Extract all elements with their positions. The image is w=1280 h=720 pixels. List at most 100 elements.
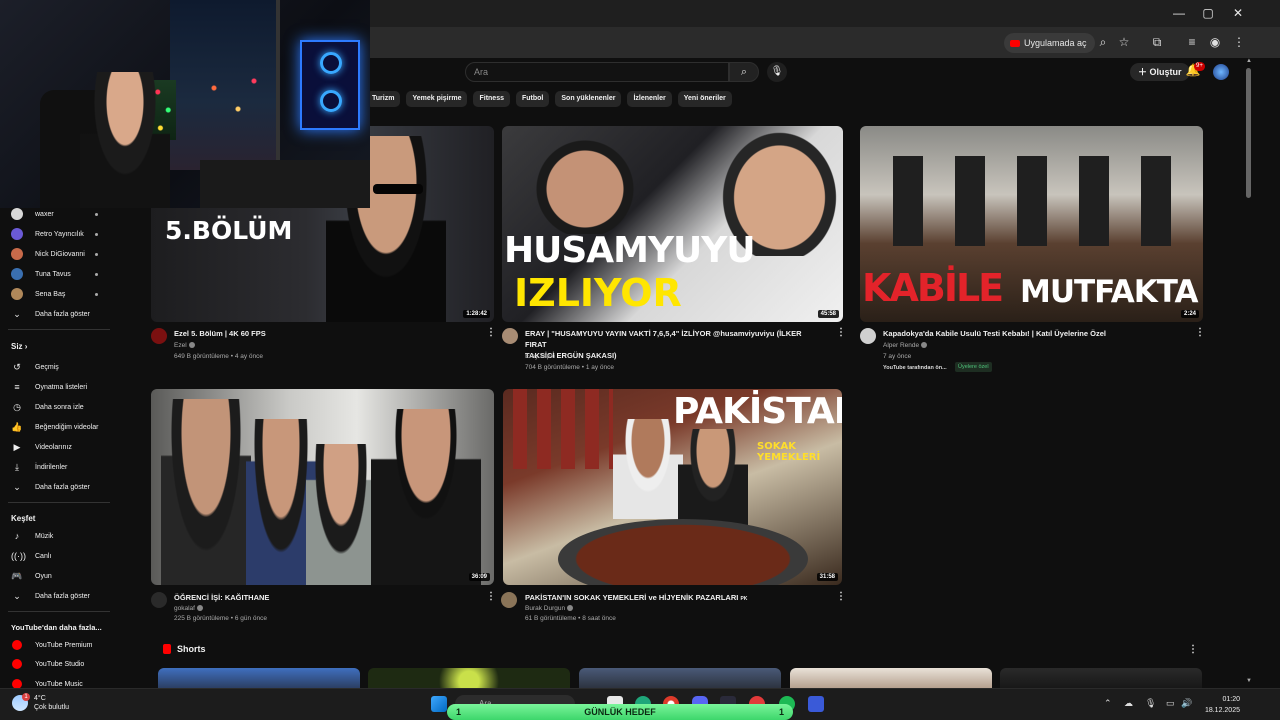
tray-volume-icon[interactable]: 🔊 xyxy=(1181,698,1192,709)
video-thumbnail[interactable]: 36:09 xyxy=(151,389,494,585)
weather-widget[interactable]: 4°C Çok bulutlu xyxy=(12,694,69,712)
sidebar-item-studio[interactable]: YouTube Studio xyxy=(0,655,112,673)
video-thumbnail[interactable]: PAKİSTAN SOKAK YEMEKLERİ 31:58 xyxy=(503,389,842,585)
sidebar-explore-more[interactable]: ⌄ Daha fazla göster xyxy=(0,587,112,605)
short-thumbnail[interactable] xyxy=(1000,668,1202,690)
sidebar-sub-retro[interactable]: Retro Yayıncılık xyxy=(0,225,112,243)
divider xyxy=(8,611,110,612)
sidebar-item-label: YouTube Studio xyxy=(35,660,85,668)
short-thumbnail[interactable] xyxy=(790,668,992,690)
scroll-thumb[interactable] xyxy=(1246,68,1251,198)
taskbar-clock[interactable]: 01:20 18.12.2025 xyxy=(1205,694,1240,716)
sidebar-heading-you[interactable]: Siz › xyxy=(11,342,27,351)
channel-name[interactable]: Eray Tepki xyxy=(525,352,555,362)
open-in-app-button[interactable]: Uygulamada aç xyxy=(1004,33,1095,53)
more-actions-icon[interactable]: ⋮ xyxy=(486,591,496,602)
chip-fitness[interactable]: Fitness xyxy=(473,91,510,107)
chip-son-yuklenenler[interactable]: Son yüklenenler xyxy=(555,91,622,107)
taskbar-app-icon[interactable] xyxy=(808,696,824,712)
profile-icon[interactable]: ◉ xyxy=(1206,33,1224,51)
search-button[interactable]: ⌕ xyxy=(729,62,759,82)
short-thumbnail[interactable] xyxy=(158,668,360,690)
channel-avatar[interactable] xyxy=(501,592,517,608)
channel-avatar[interactable] xyxy=(502,328,518,344)
chip-turizm[interactable]: Turizm xyxy=(366,91,401,107)
youtube-studio-icon xyxy=(12,659,22,669)
sidebar-sub-tuna[interactable]: Tuna Tavus xyxy=(0,265,112,283)
video-title[interactable]: Kapadokya'da Kabile Usulü Testi Kebabı! … xyxy=(883,328,1193,339)
sidebar-item-playlists[interactable]: ≡ Oynatma listeleri xyxy=(0,378,112,396)
sidebar-item-liked[interactable]: 👍 Beğendiğim videolar xyxy=(0,418,112,436)
video-title[interactable]: ÖĞRENCİ İŞİ: KAĞITHANE xyxy=(174,592,474,603)
more-actions-icon[interactable]: ⋮ xyxy=(836,591,846,602)
channel-name[interactable]: Burak Durgun xyxy=(525,604,574,614)
daily-goal-bar: 1 GÜNLÜK HEDEF 1 xyxy=(447,704,793,720)
channel-name[interactable]: Ezel xyxy=(174,341,195,351)
short-thumbnail[interactable] xyxy=(579,668,781,690)
sidebar-item-history[interactable]: ↺ Geçmiş xyxy=(0,358,112,376)
shorts-more-icon[interactable]: ⋮ xyxy=(1188,644,1198,655)
sidebar-item-gaming[interactable]: 🎮 Oyun xyxy=(0,567,112,585)
sidebar-item-your-videos[interactable]: ▶ Videolarınız xyxy=(0,438,112,456)
sidebar-sub-nick[interactable]: Nick DiGiovanni xyxy=(0,245,112,263)
tray-overflow-icon[interactable]: ⌃ xyxy=(1104,698,1112,709)
channel-name[interactable]: gokalaf xyxy=(174,604,203,614)
channel-name[interactable]: Alper Rende xyxy=(883,341,928,351)
maximize-button[interactable]: ▢ xyxy=(1195,4,1221,22)
video-card[interactable]: PAKİSTAN SOKAK YEMEKLERİ 31:58 PAKİSTAN'… xyxy=(501,389,846,629)
media-control-icon[interactable]: ≡ xyxy=(1183,33,1201,51)
channel-avatar[interactable] xyxy=(151,592,167,608)
video-duration: 36:09 xyxy=(468,573,490,581)
video-card[interactable]: HUSAMYUYU IZLIYOR 45:58 ERAY | "HUSAMYUY… xyxy=(502,126,846,376)
sidebar-item-watch-later[interactable]: ◷ Daha sonra izle xyxy=(0,398,112,416)
chip-yemek-pisirme[interactable]: Yemek pişirme xyxy=(406,91,468,107)
close-button[interactable]: ✕ xyxy=(1225,4,1251,22)
extensions-icon[interactable]: ⧉ xyxy=(1148,33,1166,51)
youtube-premium-icon xyxy=(12,640,22,650)
minimize-button[interactable]: — xyxy=(1166,4,1192,22)
sidebar-subs-more[interactable]: ⌄ Daha fazla göster xyxy=(0,305,112,323)
video-meta: 7 ay önce xyxy=(883,353,912,360)
more-actions-icon[interactable]: ⋮ xyxy=(836,327,846,338)
tray-display-icon[interactable]: ▭ xyxy=(1166,698,1175,709)
video-title[interactable]: ERAY | "HUSAMYUYU YAYIN VAKTİ 7,6,5,4" İ… xyxy=(525,328,825,361)
short-thumbnail[interactable] xyxy=(368,668,570,690)
scroll-down-icon[interactable]: ▼ xyxy=(1246,678,1252,684)
channel-avatar[interactable] xyxy=(860,328,876,344)
account-avatar[interactable] xyxy=(1213,64,1229,80)
video-card[interactable]: 36:09 ÖĞRENCİ İŞİ: KAĞITHANE gokalaf 225… xyxy=(151,389,496,629)
create-button[interactable]: ＋ Oluştur xyxy=(1130,63,1190,81)
video-thumbnail[interactable]: HUSAMYUYU IZLIYOR 45:58 xyxy=(502,126,843,322)
page-scrollbar[interactable]: ▲ ▼ xyxy=(1244,58,1254,688)
clock-time: 01:20 xyxy=(1222,696,1240,703)
video-card[interactable]: KABİLE MUTFAKTA 2:24 Kapadokya'da Kabile… xyxy=(860,126,1205,376)
video-thumbnail[interactable]: KABİLE MUTFAKTA 2:24 xyxy=(860,126,1203,322)
video-title[interactable]: Ezel 5. Bölüm | 4K 60 FPS xyxy=(174,328,474,339)
chip-futbol[interactable]: Futbol xyxy=(515,91,550,107)
more-actions-icon[interactable]: ⋮ xyxy=(1195,327,1205,338)
zoom-icon[interactable]: ⌕ xyxy=(1094,33,1112,51)
browser-menu-icon[interactable]: ⋮ xyxy=(1230,33,1248,51)
bookmark-star-icon[interactable]: ☆ xyxy=(1115,33,1133,51)
sidebar-sub-sena[interactable]: Sena Baş xyxy=(0,285,112,303)
sidebar-item-downloads[interactable]: ⤓ İndirilenler xyxy=(0,458,112,476)
chip-yeni-oneriler[interactable]: Yeni öneriler xyxy=(677,91,732,107)
fan-shape xyxy=(320,90,342,112)
channel-avatar[interactable] xyxy=(151,328,167,344)
sidebar-item-label: Retro Yayıncılık xyxy=(35,230,84,238)
search-input[interactable]: Ara xyxy=(465,62,729,82)
chip-izlenenler[interactable]: İzlenenler xyxy=(627,91,672,107)
goal-left-count: 1 xyxy=(456,707,462,717)
scroll-up-icon[interactable]: ▲ xyxy=(1246,58,1252,64)
sidebar-item-live[interactable]: ((·)) Canlı xyxy=(0,547,112,565)
windows-start-icon[interactable] xyxy=(431,696,447,712)
more-actions-icon[interactable]: ⋮ xyxy=(486,327,496,338)
tray-cloud-icon[interactable]: ☁ xyxy=(1124,698,1133,709)
chevron-down-icon: ⌄ xyxy=(13,482,21,492)
tray-mic-icon[interactable]: 🎙 xyxy=(1145,698,1156,709)
voice-search-button[interactable]: 🎙 xyxy=(767,62,787,82)
sidebar-item-premium[interactable]: YouTube Premium xyxy=(0,636,112,654)
sidebar-item-music[interactable]: ♪ Müzik xyxy=(0,527,112,545)
sidebar-you-more[interactable]: ⌄ Daha fazla göster xyxy=(0,478,112,496)
notifications-button[interactable]: 🔔 9+ xyxy=(1185,62,1205,81)
